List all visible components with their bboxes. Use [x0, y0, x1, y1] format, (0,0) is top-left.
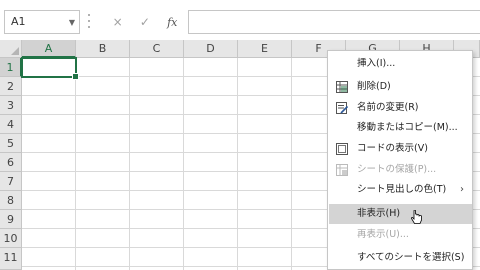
menu-item-unhide[interactable]: 再表示(U)... [329, 225, 472, 245]
menu-item-label: シートの保護(P)... [357, 164, 437, 175]
column-header[interactable]: C [130, 40, 184, 58]
chevron-down-icon[interactable]: ▼ [69, 18, 75, 27]
insert-function-icon[interactable]: fx [167, 16, 177, 29]
menu-item-label: 移動またはコピー(M)... [357, 122, 458, 133]
menu-item-label: 非表示(H) [357, 208, 401, 219]
menu-item-label: 名前の変更(R) [357, 102, 419, 113]
menu-item-label: 再表示(U)... [357, 229, 409, 240]
column-header[interactable]: A [22, 40, 76, 58]
active-cell[interactable] [21, 57, 79, 80]
menu-item-label: シート見出しの色(T) [357, 184, 447, 195]
menu-item-rename[interactable]: 名前の変更(R) [329, 98, 472, 118]
menu-item-view-code[interactable]: コードの表示(V) [329, 139, 472, 159]
menu-item-protect-sheet[interactable]: シートの保護(P)... [329, 160, 472, 180]
menu-item-label: すべてのシートを選択(S) [357, 252, 465, 263]
menu-item-select-all-sheets[interactable]: すべてのシートを選択(S) [329, 248, 472, 268]
menu-item-label: 削除(D) [357, 81, 391, 92]
formula-buttons: × ✓ fx [104, 10, 186, 34]
column-header[interactable]: E [238, 40, 292, 58]
select-all-button[interactable] [0, 40, 22, 58]
row-header[interactable]: 5 [0, 134, 22, 153]
rename-sheet-icon [336, 102, 348, 114]
resize-handle[interactable] [88, 14, 92, 28]
column-header[interactable]: B [76, 40, 130, 58]
view-code-icon [336, 143, 348, 155]
row-header[interactable]: 8 [0, 191, 22, 210]
row-header[interactable]: 11 [0, 248, 22, 270]
menu-item-label: コードの表示(V) [357, 143, 428, 154]
chevron-right-icon: › [460, 184, 464, 195]
row-header[interactable]: 7 [0, 172, 22, 191]
menu-item-insert[interactable]: 挿入(I)... [329, 54, 472, 74]
cancel-icon[interactable]: × [113, 15, 123, 29]
name-box[interactable]: A1 ▼ [4, 10, 80, 34]
row-header[interactable]: 6 [0, 153, 22, 172]
sheet-tab-context-menu: 挿入(I)... 削除(D) 名前の変更(R) 移動またはコピー(M)... コ… [327, 50, 473, 270]
row-header[interactable]: 1 [0, 58, 22, 77]
row-header[interactable]: 2 [0, 77, 22, 96]
row-header[interactable]: 4 [0, 115, 22, 134]
delete-sheet-icon [336, 81, 348, 93]
menu-item-label: 挿入(I)... [357, 58, 396, 69]
protect-sheet-icon [336, 164, 348, 176]
name-box-value: A1 [11, 15, 26, 28]
formula-bar: A1 ▼ × ✓ fx [0, 0, 480, 40]
formula-input[interactable] [188, 10, 480, 34]
row-header[interactable]: 10 [0, 229, 22, 248]
menu-item-move-copy[interactable]: 移動またはコピー(M)... [329, 118, 472, 138]
row-header[interactable]: 3 [0, 96, 22, 115]
menu-item-hide[interactable]: 非表示(H) [329, 204, 472, 224]
hand-pointer-icon [411, 210, 422, 224]
row-header[interactable]: 9 [0, 210, 22, 229]
menu-item-delete[interactable]: 削除(D) [329, 77, 472, 97]
menu-item-tab-color[interactable]: シート見出しの色(T) › [329, 180, 472, 200]
column-header[interactable]: D [184, 40, 238, 58]
enter-icon[interactable]: ✓ [140, 15, 150, 29]
